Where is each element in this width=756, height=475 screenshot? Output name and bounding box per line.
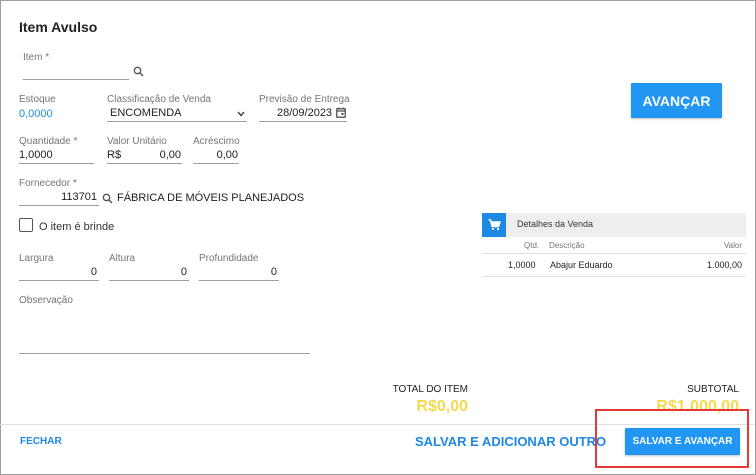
brinde-checkbox[interactable] (19, 218, 33, 232)
table-row: 1,0000 Abajur Eduardo 1.000,00 (482, 254, 746, 277)
previsao-value: 28/09/2023 (277, 107, 333, 119)
detalhes-row-valor: 1.000,00 (706, 260, 742, 270)
valor-unitario-label: Valor Unitário (107, 136, 167, 147)
brinde-label: O item é brinde (39, 221, 115, 233)
estoque-label: Estoque (19, 94, 56, 105)
fornecedor-code-input[interactable]: 113701 (19, 191, 99, 206)
detalhes-col-valor: Valor (723, 241, 742, 250)
search-icon[interactable] (133, 66, 144, 77)
acrescimo-input[interactable]: 0,00 (193, 149, 239, 164)
highlight-box (595, 409, 749, 468)
item-input[interactable] (23, 66, 129, 80)
largura-value: 0 (90, 266, 97, 278)
cart-icon (482, 213, 506, 237)
largura-label: Largura (19, 253, 54, 264)
salvar-adicionar-button[interactable]: SALVAR E ADICIONAR OUTRO (415, 434, 606, 449)
subtotal-label: SUBTOTAL (687, 384, 739, 395)
acrescimo-value: 0,00 (216, 149, 238, 161)
chevron-down-icon (237, 111, 245, 117)
classificacao-select[interactable]: ENCOMENDA (107, 107, 247, 122)
profundidade-value: 0 (270, 266, 277, 278)
total-item-value: R$0,00 (416, 398, 468, 415)
quantidade-value: 1,0000 (19, 149, 53, 161)
detalhes-row-descricao: Abajur Eduardo (550, 260, 613, 270)
fornecedor-code: 113701 (61, 191, 97, 203)
largura-input[interactable]: 0 (19, 266, 99, 281)
estoque-value: 0,0000 (19, 108, 53, 120)
detalhes-col-descricao: Descrição (549, 241, 585, 250)
observacao-label: Observação (19, 295, 73, 306)
item-label: Item * (23, 52, 50, 63)
profundidade-input[interactable]: 0 (199, 266, 279, 281)
valor-unitario-input[interactable]: R$ 0,00 (107, 149, 182, 164)
fornecedor-label: Fornecedor * (19, 178, 77, 189)
observacao-textarea[interactable] (19, 310, 310, 354)
quantidade-input[interactable]: 1,0000 (19, 149, 94, 164)
profundidade-label: Profundidade (199, 253, 259, 264)
classificacao-value: ENCOMENDA (110, 107, 182, 119)
valor-unitario-value: 0,00 (159, 149, 181, 161)
detalhes-header: Detalhes da Venda (482, 213, 746, 237)
detalhes-row-qtd: 1,0000 (508, 260, 536, 270)
detalhes-title: Detalhes da Venda (517, 219, 594, 229)
altura-input[interactable]: 0 (109, 266, 189, 281)
fornecedor-name: FÁBRICA DE MÓVEIS PLANEJADOS (117, 192, 305, 204)
acrescimo-label: Acréscimo (193, 136, 240, 147)
altura-value: 0 (180, 266, 187, 278)
previsao-input[interactable]: 28/09/2023 (259, 107, 347, 122)
total-item-label: TOTAL DO ITEM (392, 384, 468, 395)
valor-unitario-currency: R$ (107, 149, 122, 161)
calendar-icon[interactable] (336, 107, 346, 118)
dialog-title: Item Avulso (19, 19, 98, 35)
fechar-button[interactable]: FECHAR (20, 436, 62, 447)
avancar-button[interactable]: AVANÇAR (631, 83, 722, 118)
altura-label: Altura (109, 253, 136, 264)
search-icon[interactable] (102, 193, 113, 204)
previsao-label: Previsão de Entrega (259, 94, 350, 105)
quantidade-label: Quantidade * (19, 136, 78, 147)
classificacao-label: Classificação de Venda (107, 94, 211, 105)
detalhes-col-qtd: Qtd. (524, 241, 540, 250)
